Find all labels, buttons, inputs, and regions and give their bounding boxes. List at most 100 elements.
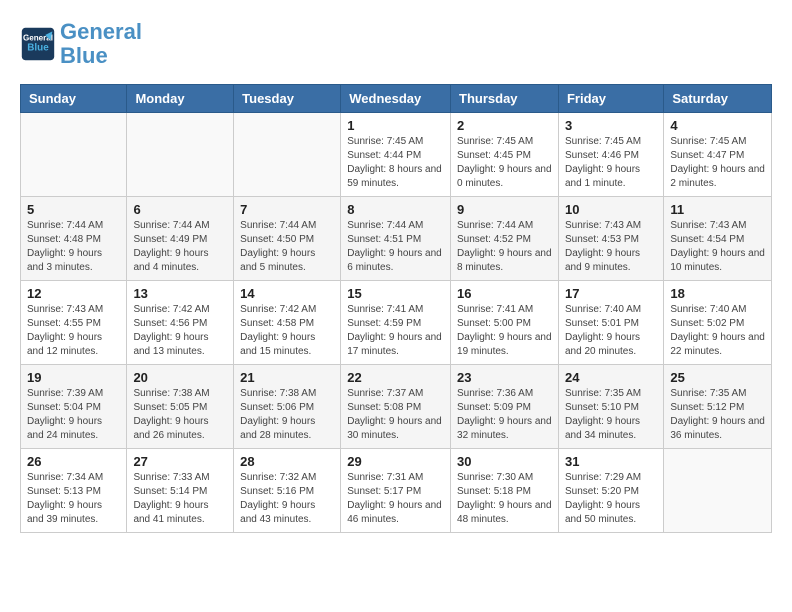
day-info: Sunrise: 7:45 AM Sunset: 4:45 PM Dayligh…	[457, 135, 552, 191]
day-number: 13	[133, 286, 227, 301]
day-info: Sunrise: 7:35 AM Sunset: 5:10 PM Dayligh…	[565, 387, 657, 443]
calendar-cell: 26 Sunrise: 7:34 AM Sunset: 5:13 PM Dayli…	[21, 449, 127, 533]
day-info: Sunrise: 7:36 AM Sunset: 5:09 PM Dayligh…	[457, 387, 552, 443]
day-info: Sunrise: 7:40 AM Sunset: 5:01 PM Dayligh…	[565, 303, 657, 359]
weekday-header-tuesday: Tuesday	[234, 85, 341, 113]
day-number: 2	[457, 118, 552, 133]
calendar-cell: 17 Sunrise: 7:40 AM Sunset: 5:01 PM Dayli…	[558, 281, 663, 365]
calendar-cell: 12Sunrise: 7:43 AM Sunset: 4:55 PM Dayli…	[21, 281, 127, 365]
day-number: 17	[565, 286, 657, 301]
day-number: 8	[347, 202, 444, 217]
weekday-header-monday: Monday	[127, 85, 234, 113]
calendar-cell: 11 Sunrise: 7:43 AM Sunset: 4:54 PM Dayli…	[664, 197, 772, 281]
day-info: Sunrise: 7:43 AM Sunset: 4:53 PM Dayligh…	[565, 219, 657, 275]
day-number: 24	[565, 370, 657, 385]
day-number: 15	[347, 286, 444, 301]
calendar-cell: 5Sunrise: 7:44 AM Sunset: 4:48 PM Daylig…	[21, 197, 127, 281]
calendar-cell: 27Sunrise: 7:33 AM Sunset: 5:14 PM Dayli…	[127, 449, 234, 533]
day-number: 14	[240, 286, 334, 301]
day-info: Sunrise: 7:44 AM Sunset: 4:51 PM Dayligh…	[347, 219, 444, 275]
day-info: Sunrise: 7:41 AM Sunset: 4:59 PM Dayligh…	[347, 303, 444, 359]
day-info: Sunrise: 7:42 AM Sunset: 4:58 PM Dayligh…	[240, 303, 334, 359]
calendar-cell: 10 Sunrise: 7:43 AM Sunset: 4:53 PM Dayli…	[558, 197, 663, 281]
weekday-header-saturday: Saturday	[664, 85, 772, 113]
calendar-cell: 4 Sunrise: 7:45 AM Sunset: 4:47 PM Daylig…	[664, 113, 772, 197]
calendar-cell: 1Sunrise: 7:45 AM Sunset: 4:44 PM Daylig…	[341, 113, 451, 197]
day-info: Sunrise: 7:45 AM Sunset: 4:46 PM Dayligh…	[565, 135, 657, 191]
day-number: 20	[133, 370, 227, 385]
calendar-cell: 29 Sunrise: 7:31 AM Sunset: 5:17 PM Dayli…	[341, 449, 451, 533]
calendar-cell: 3 Sunrise: 7:45 AM Sunset: 4:46 PM Daylig…	[558, 113, 663, 197]
calendar-week-row: 26 Sunrise: 7:34 AM Sunset: 5:13 PM Dayli…	[21, 449, 772, 533]
day-info: Sunrise: 7:31 AM Sunset: 5:17 PM Dayligh…	[347, 471, 444, 527]
calendar-week-row: 12Sunrise: 7:43 AM Sunset: 4:55 PM Dayli…	[21, 281, 772, 365]
day-info: Sunrise: 7:37 AM Sunset: 5:08 PM Dayligh…	[347, 387, 444, 443]
calendar-cell: 23 Sunrise: 7:36 AM Sunset: 5:09 PM Dayli…	[451, 365, 559, 449]
calendar-cell: 18 Sunrise: 7:40 AM Sunset: 5:02 PM Dayli…	[664, 281, 772, 365]
calendar-week-row: 5Sunrise: 7:44 AM Sunset: 4:48 PM Daylig…	[21, 197, 772, 281]
day-number: 27	[133, 454, 227, 469]
logo: General Blue GeneralBlue	[20, 20, 142, 68]
calendar-cell: 9Sunrise: 7:44 AM Sunset: 4:52 PM Daylig…	[451, 197, 559, 281]
day-info: Sunrise: 7:29 AM Sunset: 5:20 PM Dayligh…	[565, 471, 657, 527]
calendar-cell: 21Sunrise: 7:38 AM Sunset: 5:06 PM Dayli…	[234, 365, 341, 449]
calendar-cell: 31 Sunrise: 7:29 AM Sunset: 5:20 PM Dayli…	[558, 449, 663, 533]
calendar-cell: 15 Sunrise: 7:41 AM Sunset: 4:59 PM Dayli…	[341, 281, 451, 365]
calendar-cell	[664, 449, 772, 533]
day-info: Sunrise: 7:39 AM Sunset: 5:04 PM Dayligh…	[27, 387, 120, 443]
weekday-header-thursday: Thursday	[451, 85, 559, 113]
day-info: Sunrise: 7:43 AM Sunset: 4:54 PM Dayligh…	[670, 219, 765, 275]
calendar-cell	[127, 113, 234, 197]
day-number: 3	[565, 118, 657, 133]
calendar-week-row: 1Sunrise: 7:45 AM Sunset: 4:44 PM Daylig…	[21, 113, 772, 197]
calendar-cell: 8 Sunrise: 7:44 AM Sunset: 4:51 PM Daylig…	[341, 197, 451, 281]
day-number: 31	[565, 454, 657, 469]
calendar-cell: 24 Sunrise: 7:35 AM Sunset: 5:10 PM Dayli…	[558, 365, 663, 449]
calendar-week-row: 19Sunrise: 7:39 AM Sunset: 5:04 PM Dayli…	[21, 365, 772, 449]
day-number: 12	[27, 286, 120, 301]
calendar-cell: 13 Sunrise: 7:42 AM Sunset: 4:56 PM Dayli…	[127, 281, 234, 365]
calendar-cell: 19Sunrise: 7:39 AM Sunset: 5:04 PM Dayli…	[21, 365, 127, 449]
day-number: 18	[670, 286, 765, 301]
calendar-cell: 22 Sunrise: 7:37 AM Sunset: 5:08 PM Dayli…	[341, 365, 451, 449]
day-number: 5	[27, 202, 120, 217]
day-number: 11	[670, 202, 765, 217]
calendar-cell: 20 Sunrise: 7:38 AM Sunset: 5:05 PM Dayli…	[127, 365, 234, 449]
day-info: Sunrise: 7:35 AM Sunset: 5:12 PM Dayligh…	[670, 387, 765, 443]
day-number: 29	[347, 454, 444, 469]
calendar-cell	[234, 113, 341, 197]
calendar-cell: 30 Sunrise: 7:30 AM Sunset: 5:18 PM Dayli…	[451, 449, 559, 533]
day-info: Sunrise: 7:42 AM Sunset: 4:56 PM Dayligh…	[133, 303, 227, 359]
day-number: 28	[240, 454, 334, 469]
calendar-cell: 6 Sunrise: 7:44 AM Sunset: 4:49 PM Daylig…	[127, 197, 234, 281]
day-number: 23	[457, 370, 552, 385]
calendar-table: SundayMondayTuesdayWednesdayThursdayFrid…	[20, 84, 772, 533]
day-info: Sunrise: 7:44 AM Sunset: 4:49 PM Dayligh…	[133, 219, 227, 275]
svg-text:Blue: Blue	[27, 42, 49, 53]
day-number: 6	[133, 202, 227, 217]
day-info: Sunrise: 7:44 AM Sunset: 4:50 PM Dayligh…	[240, 219, 334, 275]
day-number: 21	[240, 370, 334, 385]
weekday-header-wednesday: Wednesday	[341, 85, 451, 113]
day-number: 22	[347, 370, 444, 385]
day-number: 25	[670, 370, 765, 385]
calendar-cell: 14 Sunrise: 7:42 AM Sunset: 4:58 PM Dayli…	[234, 281, 341, 365]
calendar-cell: 7 Sunrise: 7:44 AM Sunset: 4:50 PM Daylig…	[234, 197, 341, 281]
day-number: 30	[457, 454, 552, 469]
day-info: Sunrise: 7:41 AM Sunset: 5:00 PM Dayligh…	[457, 303, 552, 359]
calendar-cell: 28Sunrise: 7:32 AM Sunset: 5:16 PM Dayli…	[234, 449, 341, 533]
day-info: Sunrise: 7:45 AM Sunset: 4:47 PM Dayligh…	[670, 135, 765, 191]
calendar-cell: 16Sunrise: 7:41 AM Sunset: 5:00 PM Dayli…	[451, 281, 559, 365]
calendar-cell: 25 Sunrise: 7:35 AM Sunset: 5:12 PM Dayli…	[664, 365, 772, 449]
weekday-header-sunday: Sunday	[21, 85, 127, 113]
day-info: Sunrise: 7:40 AM Sunset: 5:02 PM Dayligh…	[670, 303, 765, 359]
day-number: 10	[565, 202, 657, 217]
calendar-cell	[21, 113, 127, 197]
day-number: 4	[670, 118, 765, 133]
calendar-header-row: SundayMondayTuesdayWednesdayThursdayFrid…	[21, 85, 772, 113]
day-number: 7	[240, 202, 334, 217]
day-number: 26	[27, 454, 120, 469]
day-info: Sunrise: 7:34 AM Sunset: 5:13 PM Dayligh…	[27, 471, 120, 527]
day-info: Sunrise: 7:38 AM Sunset: 5:05 PM Dayligh…	[133, 387, 227, 443]
day-info: Sunrise: 7:30 AM Sunset: 5:18 PM Dayligh…	[457, 471, 552, 527]
